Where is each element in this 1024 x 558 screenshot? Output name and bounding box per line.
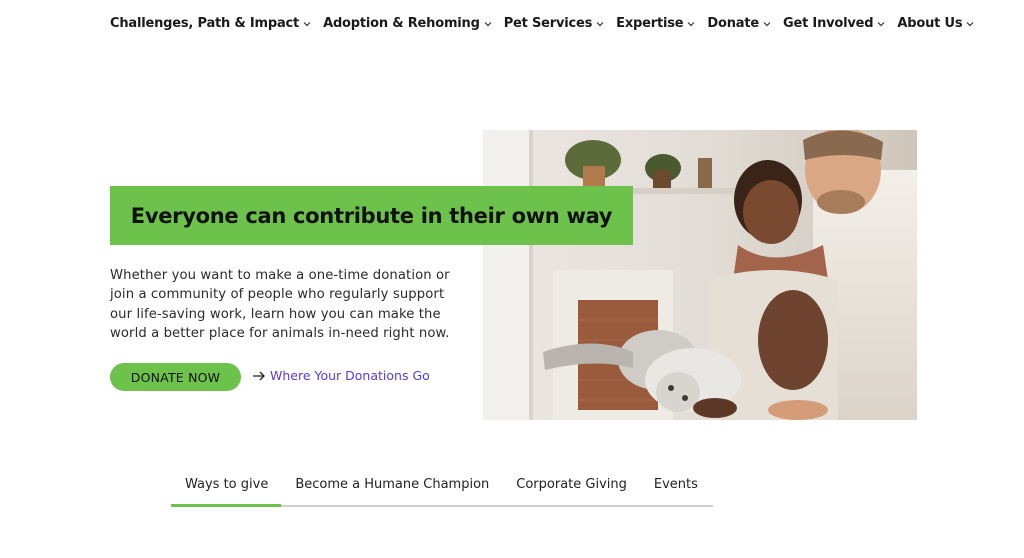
hero-description: Whether you want to make a one-time dona…	[110, 268, 450, 341]
nav-item-label: Expertise	[616, 16, 684, 31]
page-title: Everyone can contribute in their own way	[130, 203, 613, 228]
nav-item-adoption[interactable]: Adoption & Rehoming	[323, 16, 492, 31]
nav-item-about-us[interactable]: About Us	[897, 16, 974, 31]
giving-tabs: Ways to give Become a Humane Champion Co…	[171, 474, 713, 508]
tab-corporate-giving[interactable]: Corporate Giving	[516, 477, 627, 492]
nav-item-label: Get Involved	[783, 16, 874, 31]
chevron-down-icon	[763, 20, 771, 28]
where-donations-go-label: Where Your Donations Go	[270, 368, 430, 383]
nav-item-label: About Us	[897, 16, 963, 31]
active-tab-indicator	[171, 504, 281, 507]
chevron-down-icon	[596, 20, 604, 28]
where-donations-go-link[interactable]: Where Your Donations Go	[252, 368, 430, 383]
nav-item-challenges[interactable]: Challenges, Path & Impact	[110, 16, 311, 31]
chevron-down-icon	[966, 20, 974, 28]
arrow-right-icon	[253, 371, 265, 380]
nav-item-label: Donate	[707, 16, 759, 31]
nav-item-get-involved[interactable]: Get Involved	[783, 16, 885, 31]
nav-item-expertise[interactable]: Expertise	[616, 16, 695, 31]
hero-photo	[483, 130, 917, 420]
chevron-down-icon	[303, 20, 311, 28]
donate-now-button[interactable]: DONATE NOW	[110, 363, 241, 391]
couple-with-cat-illustration	[483, 130, 917, 420]
nav-item-donate[interactable]: Donate	[707, 16, 771, 31]
nav-item-label: Adoption & Rehoming	[323, 16, 480, 31]
chevron-down-icon	[687, 20, 695, 28]
chevron-down-icon	[877, 20, 885, 28]
chevron-down-icon	[484, 20, 492, 28]
headline-banner: Everyone can contribute in their own way	[110, 186, 633, 245]
nav-item-pet-services[interactable]: Pet Services	[504, 16, 604, 31]
tab-events[interactable]: Events	[654, 477, 698, 492]
nav-item-label: Pet Services	[503, 16, 593, 31]
nav-item-label: Challenges, Path & Impact	[110, 16, 300, 31]
main-nav: Challenges, Path & Impact Adoption & Reh…	[110, 16, 986, 31]
tab-ways-to-give[interactable]: Ways to give	[185, 477, 268, 492]
tab-humane-champion[interactable]: Become a Humane Champion	[295, 477, 489, 492]
